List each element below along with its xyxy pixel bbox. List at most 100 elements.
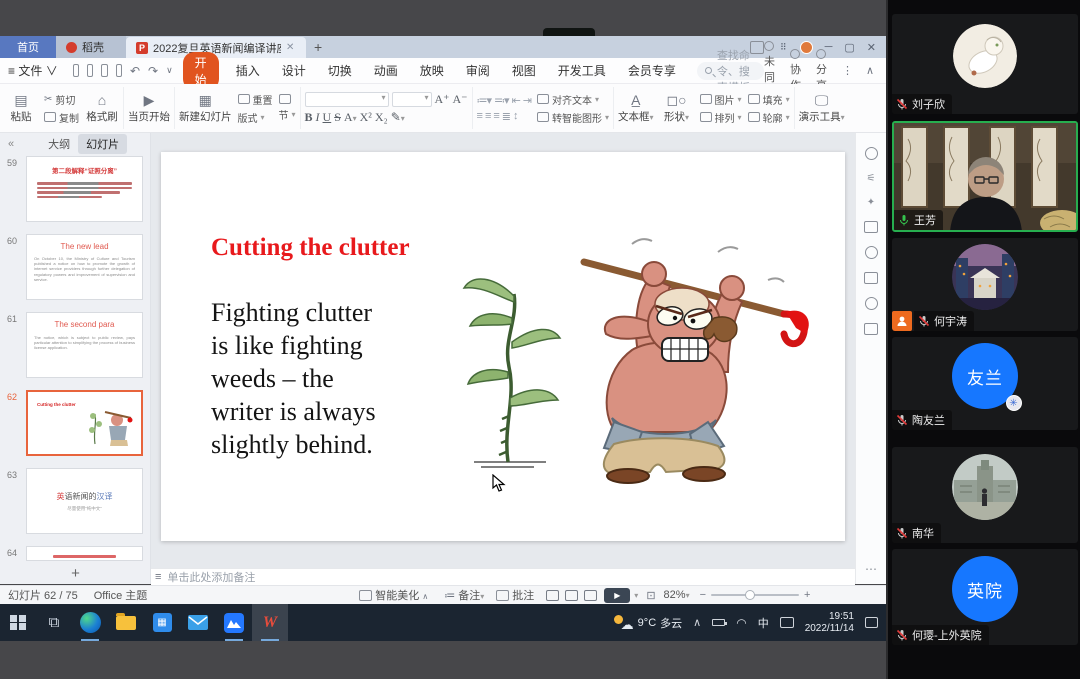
menu-animation[interactable]: 动画 [363, 62, 409, 79]
properties-side-icon[interactable]: ⚟ [867, 173, 876, 184]
indent-dec-button[interactable]: ⇤ [512, 94, 520, 107]
reading-view-icon[interactable] [584, 590, 597, 601]
task-view-button[interactable]: ⧉ [36, 604, 72, 641]
slide-title-text[interactable]: Cutting the clutter [211, 234, 410, 262]
card-side-icon[interactable] [864, 272, 878, 284]
undo-icon[interactable]: ↶ [130, 64, 140, 78]
close-tab-icon[interactable]: ✕ [286, 42, 294, 53]
effects-side-icon[interactable]: ✦ [867, 197, 875, 208]
italic-button[interactable]: I [316, 110, 320, 125]
redo-icon[interactable]: ↷ [148, 64, 158, 78]
network-icon[interactable]: ◠ [736, 616, 746, 630]
align-center-icon[interactable]: ≡ [485, 110, 490, 122]
participant-tile-liuzixin[interactable]: 刘子欣 [892, 14, 1078, 114]
fill-button[interactable]: 填充▾ [748, 92, 790, 107]
meeting-app-button[interactable] [216, 604, 252, 641]
zoom-level[interactable]: 82% [664, 589, 686, 601]
tab-slides[interactable]: 幻灯片 [78, 134, 127, 154]
beautify-button[interactable]: 智能美化 ∧ [359, 587, 428, 603]
play-options-icon[interactable]: ▾ [634, 591, 638, 600]
participant-tile-nanhua[interactable]: 南华 [892, 447, 1078, 543]
align-right-icon[interactable]: ≡ [493, 110, 498, 122]
menu-design[interactable]: 设计 [271, 62, 317, 79]
notification-center-icon[interactable] [865, 617, 878, 628]
bullets-button[interactable]: ≔▾ [477, 94, 492, 107]
tray-expand-icon[interactable]: ∧ [693, 616, 701, 629]
add-slide-button[interactable]: + [0, 565, 151, 582]
window-side-icon[interactable] [864, 221, 878, 233]
superscript-button[interactable]: X² [360, 110, 372, 125]
menu-member[interactable]: 会员专享 [617, 62, 687, 79]
start-button[interactable] [0, 604, 36, 641]
ime-indicator[interactable]: 中 [758, 615, 769, 631]
reset-button[interactable]: 重置 [238, 92, 273, 107]
subscript-button[interactable]: X₂ [375, 110, 388, 125]
tab-docer[interactable]: 稻壳 [56, 36, 126, 58]
tab-outline[interactable]: 大纲 [40, 134, 78, 154]
arrange-button[interactable]: 排列▾ [700, 110, 742, 125]
more-menu-icon[interactable]: ⋮ [842, 64, 853, 77]
copy-button[interactable]: 复制 [44, 110, 79, 125]
slide-61-thumbnail[interactable]: The second para The notice, which is sub… [26, 312, 143, 378]
tab-home[interactable]: 首页 [0, 36, 56, 58]
mail-button[interactable] [180, 604, 216, 641]
zoom-out-button[interactable]: − [700, 589, 706, 601]
sorter-view-icon[interactable] [565, 590, 578, 601]
outline-button[interactable]: 轮廓▾ [748, 110, 790, 125]
slide-60-thumbnail[interactable]: The new lead On October 10, the Ministry… [26, 234, 143, 300]
play-from-page-button[interactable]: ▶ 当页开始 [128, 93, 170, 124]
numbering-button[interactable]: ≕▾ [494, 94, 509, 107]
bold-button[interactable]: B [305, 110, 313, 125]
comments-button[interactable]: 批注 [496, 587, 534, 603]
file-explorer-button[interactable] [108, 604, 144, 641]
more-quick-icon[interactable]: ∨ [166, 65, 173, 76]
notes-bar[interactable]: ≡ 单击此处添加备注 [151, 568, 855, 585]
underline-button[interactable]: U [323, 110, 332, 125]
participant-tile-heyutao[interactable]: 何宇涛 [892, 238, 1078, 331]
edge-taskbar-button[interactable] [72, 604, 108, 641]
participant-tile-taoyoulan[interactable]: 友兰 ✳ 陶友兰 [892, 337, 1078, 430]
menu-review[interactable]: 审阅 [455, 62, 501, 79]
slideshow-play-button[interactable]: ▶ [604, 588, 630, 603]
paste-button[interactable]: ▤ 粘贴 [4, 93, 38, 124]
print-preview-icon[interactable] [116, 64, 122, 77]
participant-tile-heying[interactable]: 英院 何璎-上外英院 [892, 549, 1078, 645]
keyboard-icon[interactable] [780, 617, 794, 628]
save-icon[interactable] [73, 64, 79, 77]
smartart-button[interactable]: 转智能图形▾ [537, 110, 609, 125]
clock[interactable]: 19:51 2022/11/14 [805, 611, 854, 635]
export-icon[interactable] [87, 64, 93, 77]
justify-icon[interactable]: ≣ [502, 110, 510, 123]
font-color-button[interactable]: A▾ [344, 110, 357, 125]
present-tools-button[interactable]: 🖵 演示工具▾ [799, 93, 845, 124]
font-larger-button[interactable]: A⁺ [435, 92, 450, 107]
font-size-select[interactable] [392, 92, 432, 107]
more-side-icon[interactable]: ⋯ [865, 562, 877, 576]
store-button[interactable]: ▦ [144, 604, 180, 641]
command-search-input[interactable]: 查找命令、搜索模板 [697, 62, 764, 80]
wps-taskbar-button[interactable]: W [252, 604, 288, 641]
collapse-ribbon-icon[interactable]: ∧ [866, 64, 874, 77]
slide-63-thumbnail[interactable]: 英语新闻的汉译 尽量使用“纯中文” [26, 468, 143, 534]
format-painter-button[interactable]: ⌂ 格式刷 [85, 93, 119, 124]
participant-tile-wangfang[interactable]: 王芳 [892, 121, 1078, 232]
font-name-select[interactable] [305, 92, 389, 107]
shape-button[interactable]: ◻○ 形状▾ [660, 93, 694, 124]
menu-devtools[interactable]: 开发工具 [547, 62, 617, 79]
textbox-button[interactable]: A̲ 文本框▾ [618, 93, 654, 124]
fit-slide-icon[interactable]: ⊡ [646, 589, 655, 602]
settings-side-icon[interactable] [865, 297, 878, 310]
menu-slideshow[interactable]: 放映 [409, 62, 455, 79]
slide-59-thumbnail[interactable]: 第二段解释“证照分离” [26, 156, 143, 222]
collapse-panel-button[interactable]: « [0, 138, 22, 150]
battery-icon[interactable] [712, 619, 725, 626]
indent-inc-button[interactable]: ⇥ [523, 94, 531, 107]
weather-widget[interactable]: ☁ 9°C 多云 [614, 615, 682, 631]
picture-button[interactable]: 图片▾ [700, 92, 742, 107]
zoom-slider-knob[interactable] [745, 590, 755, 600]
new-tab-button[interactable]: + [314, 39, 322, 55]
beautify-side-icon[interactable] [865, 147, 878, 160]
menu-insert[interactable]: 插入 [225, 62, 271, 79]
layout-button[interactable]: 版式▾ [238, 110, 273, 125]
theme-name[interactable]: Office 主题 [94, 587, 148, 603]
